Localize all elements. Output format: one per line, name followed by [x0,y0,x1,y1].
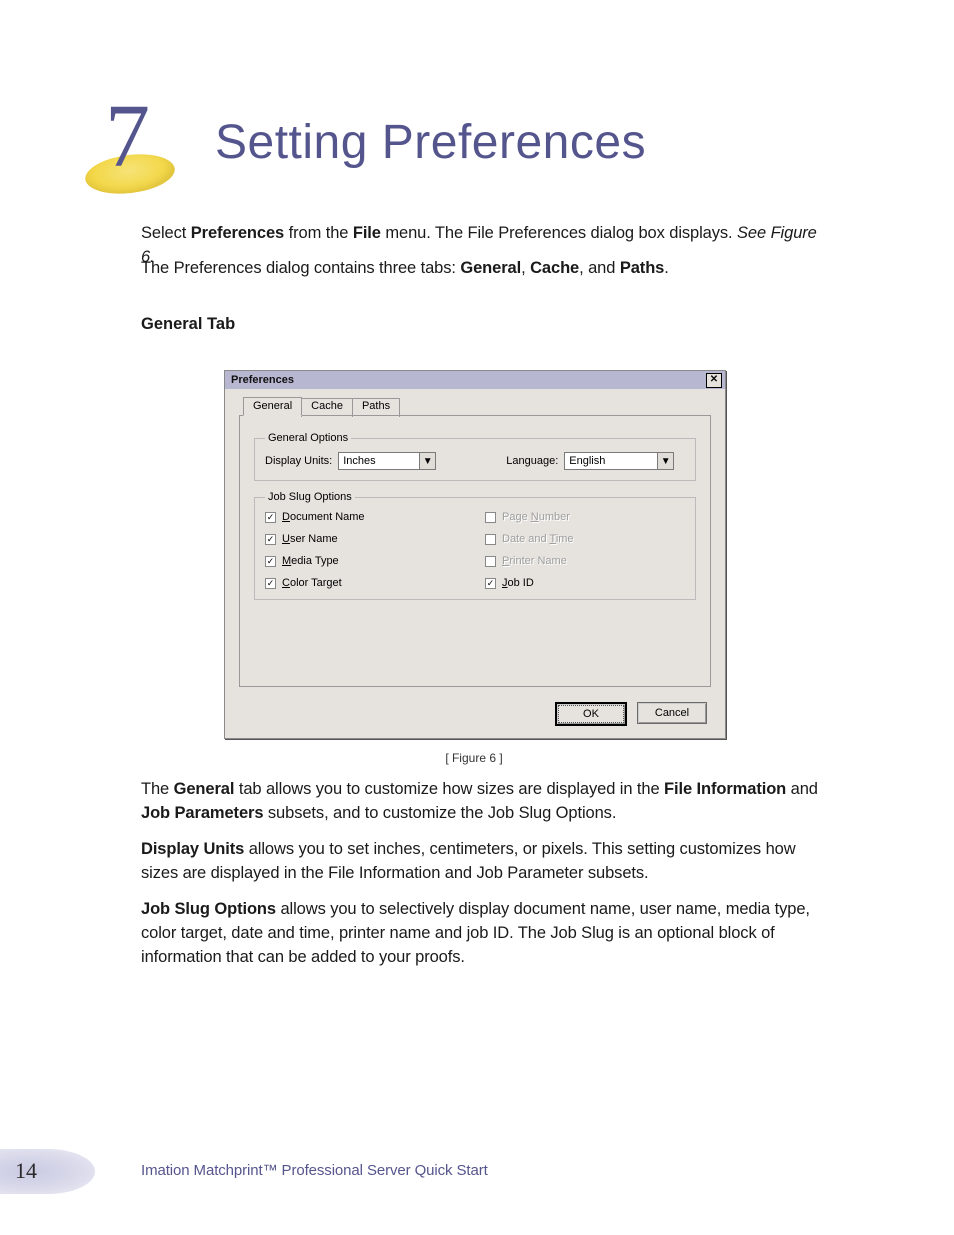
body-paragraph-5: Job Slug Options allows you to selective… [141,898,819,970]
ok-button[interactable]: OK [555,702,627,726]
language-label: Language: [506,455,558,467]
close-icon: ✕ [710,375,718,385]
language-value: English [565,453,657,469]
page: 7 Setting Preferences Select Preferences… [0,0,954,1235]
checkbox-printer-name[interactable]: Printer Name [485,555,685,567]
cancel-button[interactable]: Cancel [637,702,707,724]
tabs-row: General Cache Paths [225,389,725,416]
chapter-title: Setting Preferences [215,115,646,170]
figure-caption: [ Figure 6 ] [224,751,724,765]
checkbox-date-time[interactable]: Date and Time [485,533,685,545]
display-units-dropdown[interactable]: Inches ▼ [338,452,436,470]
tab-panel-general: General Options Display Units: Inches ▼ … [239,415,711,687]
general-options-legend: General Options [265,432,351,444]
general-tab-heading: General Tab [141,315,235,334]
checkbox-box [485,534,496,545]
checkbox-box: ✓ [485,578,496,589]
job-slug-options-legend: Job Slug Options [265,491,355,503]
dialog-button-row: OK Cancel [225,702,725,738]
page-number: 14 [15,1158,37,1184]
checkbox-box [485,512,496,523]
intro-paragraph-2: The Preferences dialog contains three ta… [141,257,819,281]
body-paragraph-4: Display Units allows you to set inches, … [141,838,819,886]
checkbox-media-type[interactable]: ✓ Media Type [265,555,465,567]
checkbox-job-id[interactable]: ✓ Job ID [485,577,685,589]
close-button[interactable]: ✕ [706,373,722,388]
display-units-value: Inches [339,453,419,469]
checkbox-page-number[interactable]: Page Number [485,511,685,523]
preferences-dialog: Preferences ✕ General Cache Paths Genera… [224,370,726,739]
job-slug-options-group: Job Slug Options ✓ Document Name Page Nu… [254,491,696,600]
checkbox-user-name[interactable]: ✓ User Name [265,533,465,545]
checkbox-box [485,556,496,567]
dropdown-arrow-icon: ▼ [657,453,673,469]
footer-text: Imation Matchprint™ Professional Server … [141,1162,488,1179]
display-units-label: Display Units: [265,455,332,467]
body-paragraph-3: The General tab allows you to customize … [141,778,819,826]
dropdown-arrow-icon: ▼ [419,453,435,469]
checkbox-document-name[interactable]: ✓ Document Name [265,511,465,523]
chapter-number: 7 [105,92,150,182]
titlebar-title: Preferences [231,374,294,386]
language-dropdown[interactable]: English ▼ [564,452,674,470]
preferences-dialog-figure: Preferences ✕ General Cache Paths Genera… [224,370,724,765]
general-options-group: General Options Display Units: Inches ▼ … [254,432,696,481]
checkbox-box: ✓ [265,578,276,589]
checkbox-box: ✓ [265,512,276,523]
checkbox-color-target[interactable]: ✓ Color Target [265,577,465,589]
titlebar: Preferences ✕ [225,371,725,389]
checkbox-box: ✓ [265,556,276,567]
tab-general[interactable]: General [243,397,302,416]
checkbox-box: ✓ [265,534,276,545]
